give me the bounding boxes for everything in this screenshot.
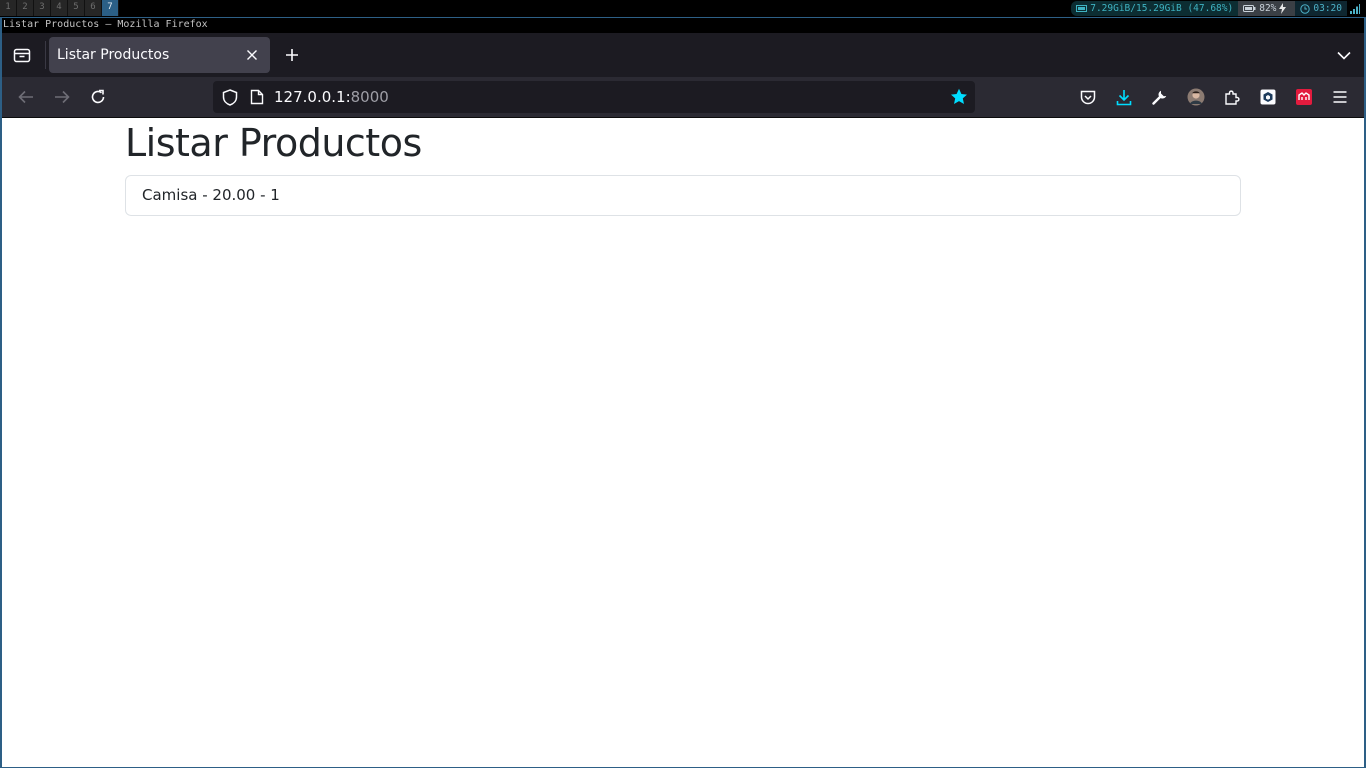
workspace-4[interactable]: 4 [51,0,68,16]
system-status: 7.29GiB/15.29GiB (47.68%) 82% 03:20 [1071,0,1366,17]
clock-indicator: 03:20 [1295,1,1347,16]
tools-button[interactable] [1145,82,1175,112]
plus-icon [286,49,298,61]
memory-icon [1076,5,1088,12]
workspace-switcher: 1 2 3 4 5 6 7 [0,0,119,17]
tab-strip: Listar Productos [2,33,1364,77]
signal-icon [1350,3,1360,14]
navigation-toolbar: 127.0.0.1:8000 [2,77,1364,118]
tab-close-button[interactable] [242,45,262,65]
pocket-icon [1080,90,1096,104]
tab-listar-productos[interactable]: Listar Productos [49,37,270,73]
window-title: Listar Productos — Mozilla Firefox [2,18,1364,33]
close-icon [247,50,257,60]
browser-window: Listar Productos — Mozilla Firefox Lista… [0,17,1366,768]
url-port: 8000 [350,88,389,106]
firefox-view-button[interactable] [6,39,38,71]
list-all-tabs-button[interactable] [1328,39,1360,71]
account-button[interactable] [1181,82,1211,112]
workspace-7[interactable]: 7 [102,0,119,16]
battery-indicator: 82% [1238,1,1296,16]
wrench-icon [1152,90,1167,105]
charging-icon [1279,3,1287,14]
extension-button-2[interactable] [1289,82,1319,112]
forward-button[interactable] [47,82,77,112]
bookmark-star-icon[interactable] [950,88,968,106]
memory-indicator: 7.29GiB/15.29GiB (47.68%) [1071,1,1239,16]
back-button[interactable] [11,82,41,112]
arrow-left-icon [18,90,33,104]
puzzle-icon [1225,90,1240,105]
extensions-button[interactable] [1217,82,1247,112]
network-indicator [1347,1,1366,16]
page-content: Listar Productos Camisa - 20.00 - 1 [2,119,1364,767]
workspace-1[interactable]: 1 [0,0,17,16]
chevron-down-icon [1337,51,1351,60]
workspace-2[interactable]: 2 [17,0,34,16]
product-list-item: Camisa - 20.00 - 1 [125,175,1241,216]
system-bar: 1 2 3 4 5 6 7 7.29GiB/15.29GiB (47.68%) … [0,0,1366,17]
firefox-view-icon [13,48,31,63]
url-host: 127.0.0.1: [274,88,351,106]
workspace-5[interactable]: 5 [68,0,85,16]
hamburger-menu-icon [1333,91,1347,103]
tab-title: Listar Productos [57,47,170,63]
workspace-6[interactable]: 6 [85,0,102,16]
avatar-icon [1187,88,1205,106]
url-text[interactable]: 127.0.0.1:8000 [274,87,389,107]
menu-button[interactable] [1325,82,1355,112]
downloads-button[interactable] [1109,82,1139,112]
extension-red-icon [1296,89,1312,105]
reload-icon [91,89,105,104]
tab-separator [45,41,46,69]
pocket-button[interactable] [1073,82,1103,112]
page-icon[interactable] [250,89,264,105]
new-tab-button[interactable] [276,39,308,71]
product-list: Camisa - 20.00 - 1 [125,175,1241,216]
memory-text: 7.29GiB/15.29GiB (47.68%) [1090,3,1234,14]
shield-icon[interactable] [222,89,238,106]
clock-text: 03:20 [1313,3,1342,14]
arrow-right-icon [55,90,70,104]
clock-icon [1300,3,1311,14]
battery-icon [1243,5,1256,12]
address-bar[interactable]: 127.0.0.1:8000 [213,81,975,113]
extension-cube-icon [1260,89,1276,105]
battery-text: 82% [1259,3,1277,14]
workspace-3[interactable]: 3 [34,0,51,16]
reload-button[interactable] [83,82,113,112]
download-icon [1116,89,1132,105]
extension-button-1[interactable] [1253,82,1283,112]
page-title: Listar Productos [125,121,422,165]
